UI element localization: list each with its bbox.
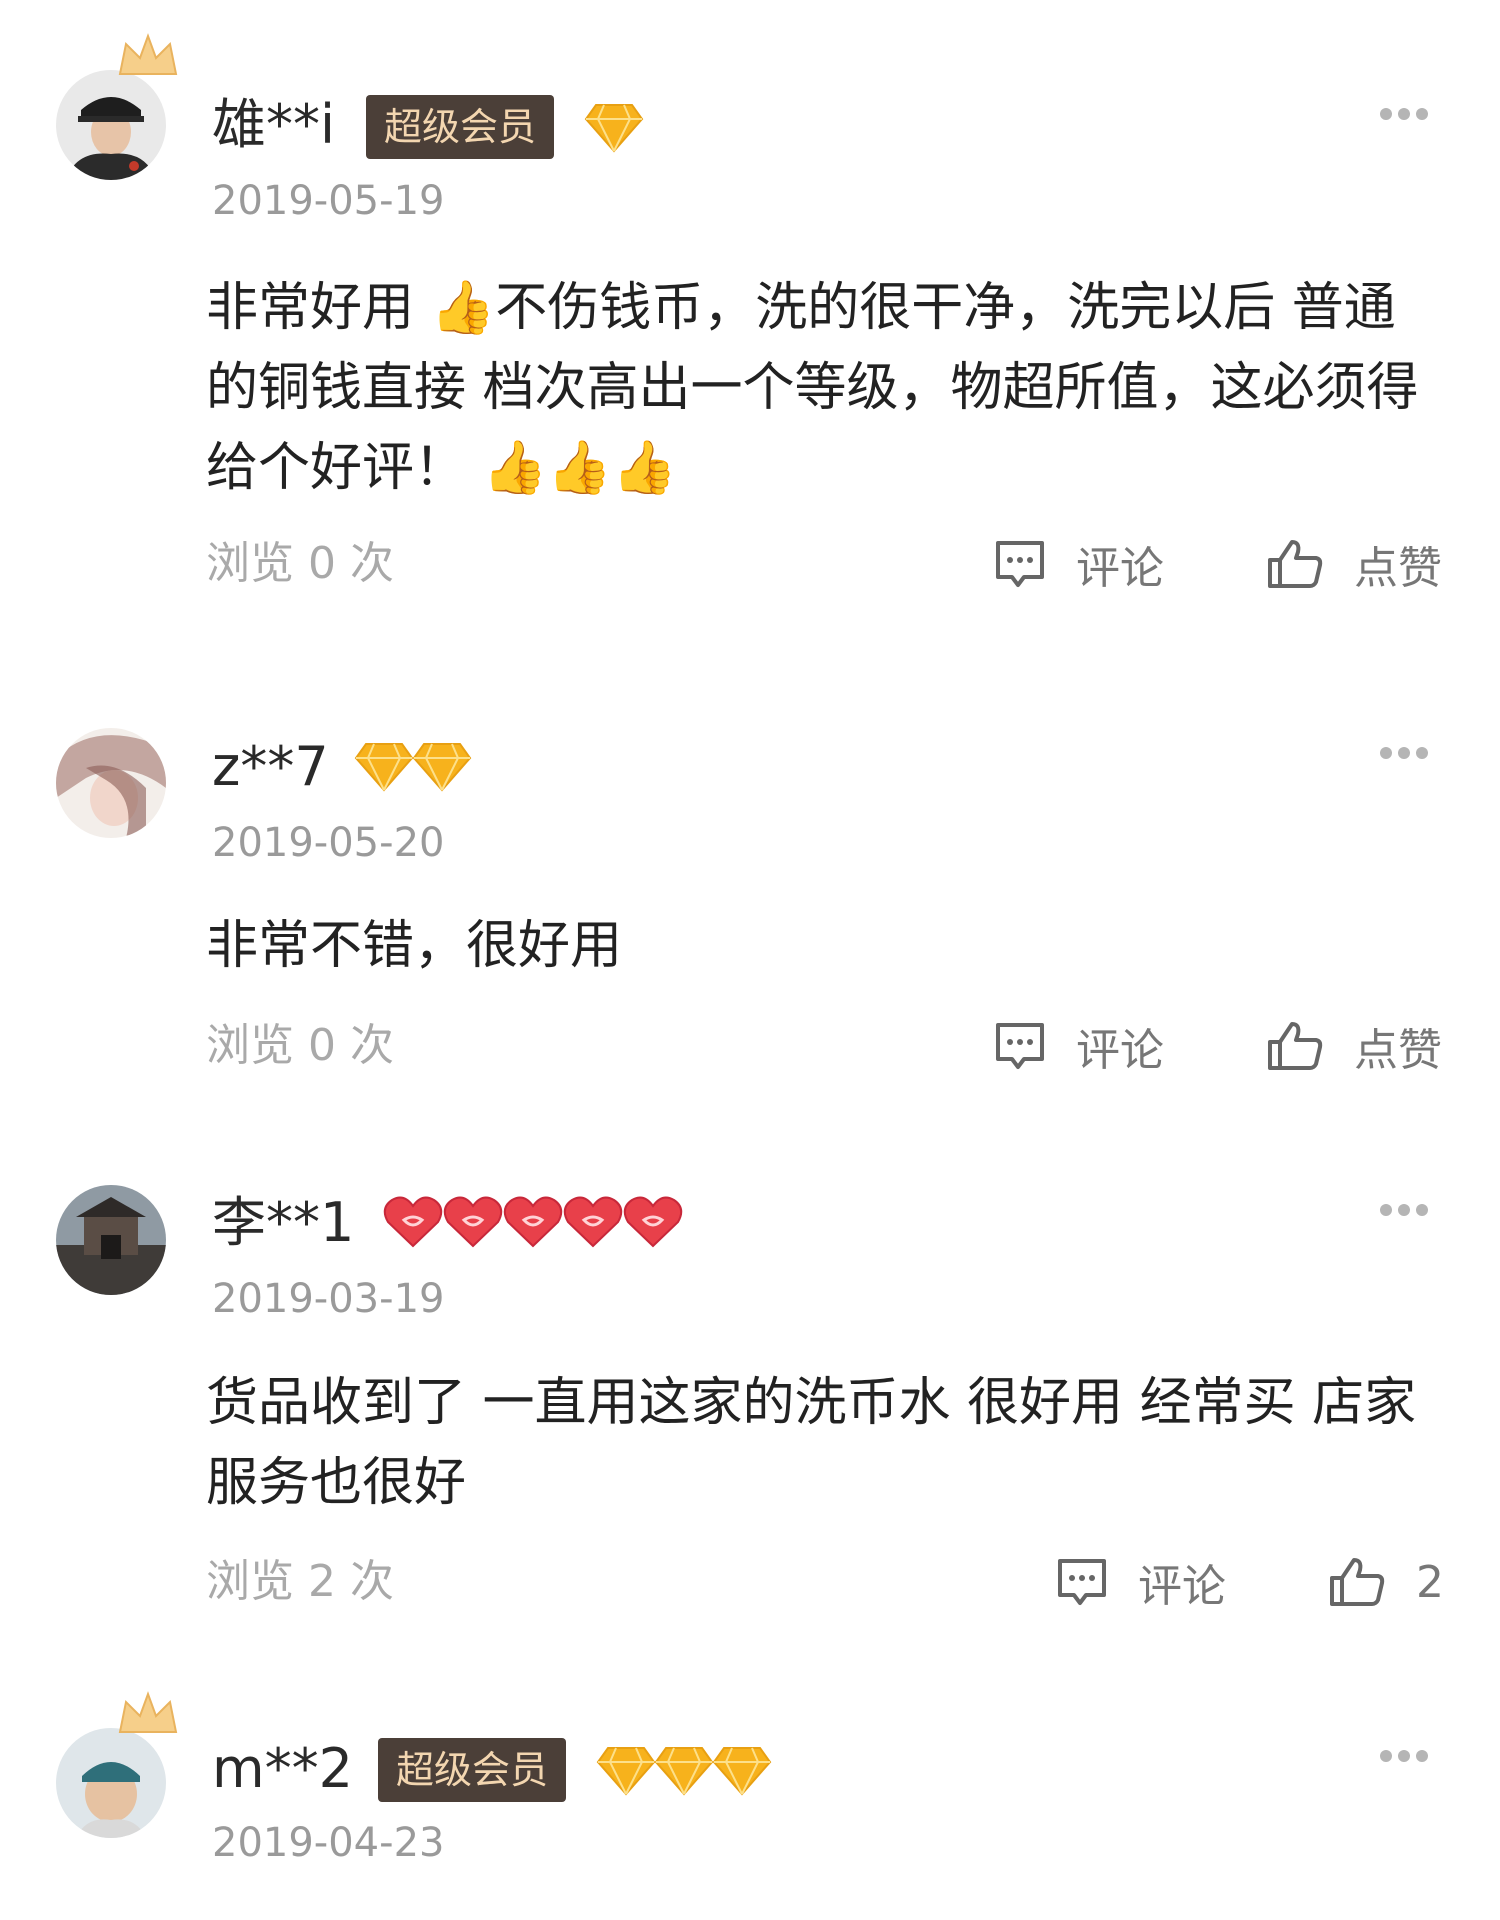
comment-bubble-icon (996, 1023, 1044, 1069)
thumbs-up-outline-icon (1268, 540, 1323, 588)
more-dots-icon[interactable] (1378, 1202, 1430, 1218)
avatar-image (56, 728, 166, 838)
view-count: 浏览 0 次 (206, 538, 394, 589)
avatar-image (56, 1728, 166, 1838)
heart-icon (443, 1196, 503, 1248)
like-count: 2 (1416, 1556, 1444, 1608)
avatar[interactable] (56, 1185, 166, 1295)
avatar[interactable] (56, 728, 166, 838)
diamond-icon (654, 1747, 714, 1796)
more-dots-icon[interactable] (1378, 745, 1430, 761)
like-label: 点赞 (1354, 1025, 1442, 1076)
diamond-icon (596, 1747, 656, 1796)
level-badges (354, 734, 472, 798)
diamond-icon (354, 743, 414, 792)
heart-icon (383, 1196, 443, 1248)
comment-label: 评论 (1076, 1025, 1164, 1076)
like-button[interactable]: 2 (1328, 1552, 1444, 1612)
diamond-icon (584, 104, 644, 153)
comment-bubble-icon (996, 541, 1044, 587)
review-date: 2019-05-20 (212, 820, 445, 866)
comment-button[interactable]: 评论 (1056, 1552, 1226, 1612)
username[interactable]: 雄**i (212, 92, 335, 158)
diamond-icon (712, 1747, 772, 1796)
username[interactable]: 李**1 (212, 1190, 354, 1256)
avatar-image (56, 70, 166, 180)
avatar[interactable] (56, 1691, 178, 1838)
more-dots-icon[interactable] (1378, 1748, 1430, 1764)
comment-bubble-icon (1058, 1559, 1106, 1605)
crown-icon (118, 33, 178, 75)
comment-button[interactable]: 评论 (994, 1016, 1164, 1076)
view-count: 浏览 0 次 (206, 1020, 394, 1071)
review-content: 非常好用 👍不伤钱币，洗的很干净，洗完以后 普通的铜钱直接 档次高出一个等级，物… (206, 278, 1419, 498)
review-content: 货品收到了 一直用这家的洗币水 很好用 经常买 店家服务也很好 (206, 1373, 1417, 1513)
heart-icon (503, 1196, 563, 1248)
like-button[interactable]: 点赞 (1266, 1016, 1442, 1076)
username[interactable]: m**2 (212, 1736, 353, 1802)
comment-label: 评论 (1076, 543, 1164, 594)
username[interactable]: z**7 (212, 734, 329, 800)
comment-label: 评论 (1138, 1561, 1226, 1612)
review-date: 2019-05-19 (212, 178, 445, 224)
diamond-icon (412, 743, 472, 792)
more-dots-icon[interactable] (1378, 106, 1430, 122)
like-label: 点赞 (1354, 543, 1442, 594)
level-badges (584, 95, 644, 159)
like-button[interactable]: 点赞 (1266, 534, 1442, 594)
review-date: 2019-03-19 (212, 1276, 445, 1322)
review-date: 2019-04-23 (212, 1820, 445, 1866)
heart-icon (563, 1196, 623, 1248)
heart-icon (623, 1196, 683, 1248)
level-badges (382, 1190, 683, 1254)
vip-badge: 超级会员 (366, 95, 555, 159)
vip-badge: 超级会员 (378, 1738, 567, 1802)
thumbs-up-outline-icon (1330, 1558, 1385, 1606)
avatar[interactable] (56, 33, 178, 180)
comment-button[interactable]: 评论 (994, 534, 1164, 594)
view-count: 浏览 2 次 (206, 1556, 394, 1607)
level-badges (596, 1738, 772, 1802)
thumbs-up-outline-icon (1268, 1022, 1323, 1070)
review-content: 非常不错，很好用 (206, 916, 623, 976)
crown-icon (118, 1691, 178, 1733)
avatar-image (56, 1185, 166, 1295)
